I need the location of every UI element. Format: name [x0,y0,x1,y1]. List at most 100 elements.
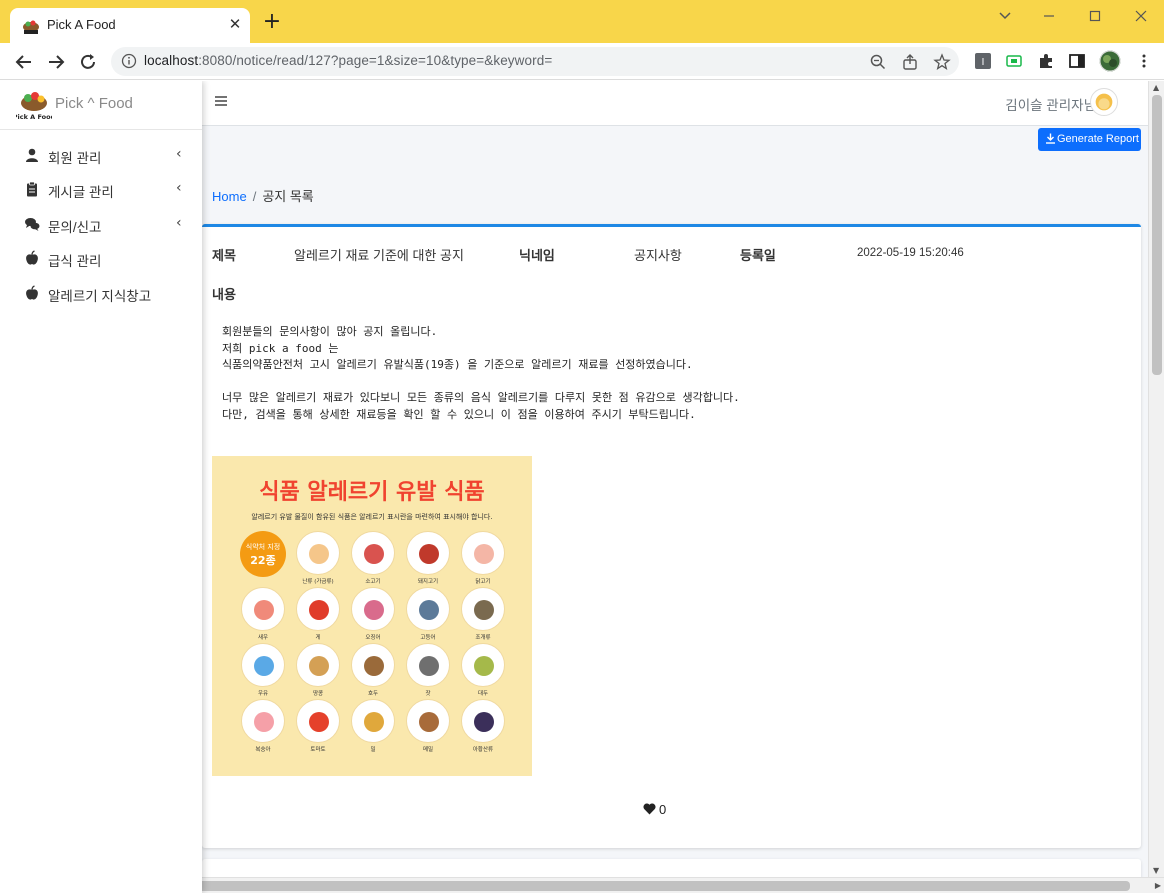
share-icon[interactable] [901,53,919,71]
scroll-right-icon[interactable]: ▶ [1155,881,1161,890]
sidebar-item-meal[interactable]: 급식 관리 [8,243,194,275]
maximize-icon[interactable] [1083,4,1107,28]
vertical-scrollbar[interactable]: ▲ ▼ [1148,81,1164,877]
title-value: 알레르기 재료 기준에 대한 공지 [294,248,464,263]
svg-text:Pick A Food: Pick A Food [16,113,52,121]
url-path: :8080/notice/read/127?page=1&size=10&typ… [198,53,553,68]
infographic-title: 식품 알레르기 유발 식품 [259,480,485,505]
allergen-label: 아황산류 [472,747,494,753]
sidebar-item-allergy[interactable]: 알레르기 지식창고 [8,278,194,310]
allergen-label: 조개류 [475,635,491,641]
allergen-circle [296,587,340,631]
close-tab-icon[interactable]: ✕ [225,14,245,34]
allergen-label: 난류 (가금류) [302,579,334,585]
notice-card: 제목 알레르기 재료 기준에 대한 공지 닉네임 공지사항 등록일 2022-0… [202,224,1141,848]
extension-green-icon[interactable] [1005,52,1023,70]
breadcrumb-home-link[interactable]: Home [212,189,247,204]
more-menu-icon[interactable] [1135,52,1153,70]
vertical-scroll-thumb[interactable] [1152,95,1162,375]
allergen-circle [351,699,395,743]
content-label: 내용 [212,287,236,302]
allergen-item: 오징어 [350,587,396,647]
allergen-label: 돼지고기 [417,579,439,585]
allergen-label: 메밀 [422,747,434,753]
minimize-icon[interactable] [1037,4,1061,28]
browser-tab-title: Pick A Food [47,17,116,32]
allergen-label: 우유 [257,691,269,697]
allergy-infographic-image: 식품 알레르기 유발 식품 알레르기 유발 물질이 함유된 식품은 알레르기 표… [212,456,532,776]
allergen-label: 토마토 [310,747,326,753]
svg-text:I: I [982,57,985,68]
sidebar-item-posts[interactable]: 게시글 관리 ‹ [8,174,194,206]
allergen-circle [241,587,285,631]
clipboard-icon [27,181,37,197]
allergen-item: 토마토 [295,699,341,759]
heart-icon [643,803,656,815]
url-text: localhost:8080/notice/read/127?page=1&si… [144,53,552,68]
allergen-item: 우유 [240,643,286,703]
generate-report-button[interactable]: Generate Report [1038,128,1141,151]
infographic-badge: 식약처 지정 22종 [240,531,286,577]
allergen-item: 돼지고기 [405,531,451,591]
browser-tab-bar: Pick A Food ✕ + [0,0,1164,43]
page-viewport: Pick A Food Pick ^ Food 회원 관리 ‹ 게시글 관리 ‹… [0,81,1164,893]
forward-arrow-icon[interactable] [44,50,68,74]
allergen-item: 땅콩 [295,643,341,703]
back-arrow-icon[interactable] [12,50,36,74]
allergen-label: 잣 [425,691,431,697]
hamburger-menu-icon[interactable] [214,94,228,108]
extension-i-icon[interactable]: I [974,52,992,70]
chevron-left-icon: ‹ [176,215,182,231]
allergen-circle [406,643,450,687]
sidebar-item-label: 급식 관리 [48,254,102,269]
scroll-down-icon[interactable]: ▼ [1153,866,1159,875]
zoom-icon[interactable] [869,53,887,71]
allergen-item: 복숭아 [240,699,286,759]
allergen-item: 밀 [350,699,396,759]
allergen-food-icon [364,544,384,564]
extensions-puzzle-icon[interactable] [1037,52,1055,70]
pick-a-food-logo: Pick A Food [16,92,52,121]
user-name[interactable]: 김이슬 관리자님 [1005,94,1096,114]
allergen-label: 게 [315,635,321,641]
site-info-icon[interactable] [121,53,137,69]
allergen-circle [461,643,505,687]
content-body: 회원분들의 문의사항이 많아 공지 올립니다. 저희 pick a food 는… [222,325,740,421]
allergen-circle [406,587,450,631]
browser-tab[interactable]: Pick A Food ✕ [10,8,250,43]
bookmark-star-icon[interactable] [933,53,951,71]
chevron-down-icon[interactable] [993,4,1017,28]
allergen-label: 땅콩 [312,691,324,697]
allergen-item: 메밀 [405,699,451,759]
allergen-label: 대두 [477,691,489,697]
sidebar-item-inquiry[interactable]: 문의/신고 ‹ [8,209,194,241]
side-panel-icon[interactable] [1068,52,1086,70]
sidebar-item-label: 게시글 관리 [48,185,114,200]
profile-avatar-icon[interactable] [1099,50,1121,72]
like-count: 0 [659,802,667,817]
reload-icon[interactable] [76,50,100,74]
allergen-item: 잣 [405,643,451,703]
sidebar-item-member[interactable]: 회원 관리 ‹ [8,140,194,172]
chevron-left-icon: ‹ [176,146,182,162]
breadcrumb-separator: / [252,189,257,204]
allergen-food-icon [254,656,274,676]
infographic-subtitle: 알레르기 유발 물질이 함유된 식품은 알레르기 표시란을 마련하여 표시해야 … [251,513,493,521]
allergen-circle [351,587,395,631]
chevron-left-icon: ‹ [176,180,182,196]
new-tab-icon[interactable]: + [262,11,282,33]
allergen-item: 대두 [460,643,506,703]
badge-line1: 식약처 지정 [245,543,281,551]
sidebar: Pick A Food Pick ^ Food 회원 관리 ‹ 게시글 관리 ‹… [0,81,202,893]
scroll-up-icon[interactable]: ▲ [1153,83,1159,92]
apple-icon [26,285,38,300]
allergen-food-icon [364,712,384,732]
brand[interactable]: Pick A Food Pick ^ Food [0,81,202,130]
allergen-circle [296,643,340,687]
allergen-food-icon [419,544,439,564]
address-bar-row: localhost:8080/notice/read/127?page=1&si… [0,43,1164,80]
user-avatar[interactable] [1090,88,1118,116]
close-window-icon[interactable] [1129,4,1153,28]
url-field[interactable]: localhost:8080/notice/read/127?page=1&si… [111,47,959,76]
apple-icon [26,250,38,265]
